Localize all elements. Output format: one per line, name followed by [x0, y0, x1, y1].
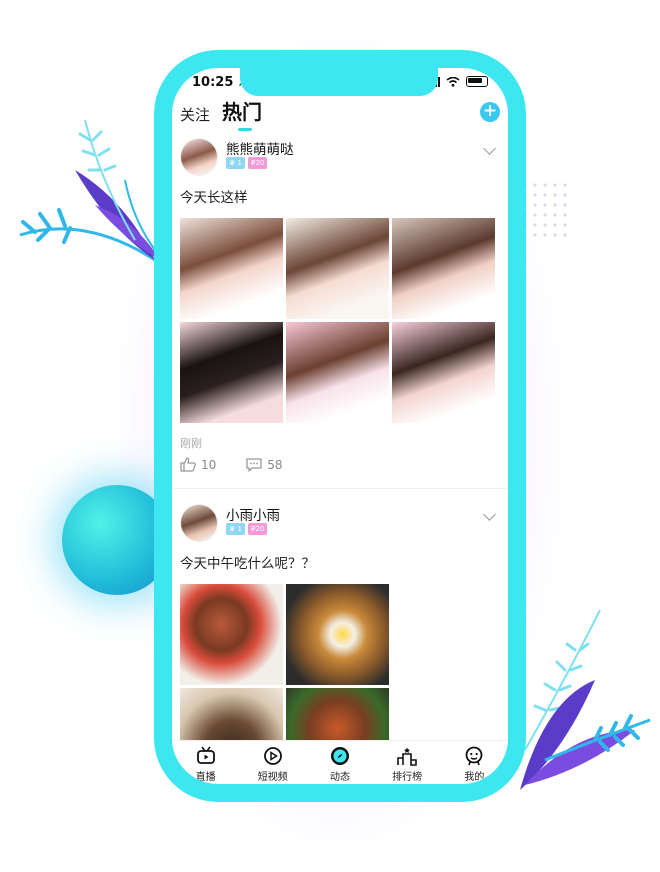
status-time-value: 10:25 — [192, 75, 234, 90]
nav-item-profile[interactable]: 我的 — [444, 741, 504, 783]
user-badges: ♛ 1 ₽20 — [226, 523, 268, 535]
nav-item-short-video[interactable]: 短视频 — [243, 741, 303, 783]
post-photo[interactable] — [180, 218, 283, 319]
post-caption: 今天中午吃什么呢？？ — [180, 556, 315, 572]
post-actions: 10 58 — [180, 457, 283, 472]
face-icon — [465, 746, 483, 766]
comment-icon — [246, 458, 262, 472]
phone-notch — [240, 68, 438, 96]
nav-item-ranking[interactable]: 排行榜 — [377, 741, 437, 783]
status-time: 10:25 ➚ — [192, 75, 246, 90]
tab-follow[interactable]: 关注 — [180, 104, 210, 125]
battery-icon — [466, 76, 488, 87]
bottom-nav: 直播 短视频 动态 排行榜 我的 — [172, 740, 508, 784]
post-photo[interactable] — [180, 322, 283, 423]
post-caption: 今天长这样 — [180, 190, 248, 206]
level-value: 1 — [237, 159, 242, 167]
points-badge: ₽20 — [247, 523, 268, 535]
points-badge: ₽20 — [247, 157, 268, 169]
like-count: 10 — [201, 457, 217, 472]
level-value: 1 — [237, 525, 242, 533]
level-badge: ♛ 1 — [226, 157, 245, 169]
post-photo[interactable] — [392, 322, 495, 423]
nav-label: 我的 — [464, 772, 485, 783]
post-username[interactable]: 小雨小雨 — [226, 504, 280, 524]
leaf-decoration-right — [520, 609, 651, 790]
post-photo[interactable] — [286, 584, 389, 685]
user-badges: ♛ 1 ₽20 — [226, 157, 268, 169]
nav-label: 动态 — [329, 772, 350, 783]
level-badge: ♛ 1 — [226, 523, 245, 535]
tab-hot[interactable]: 热门 — [222, 96, 262, 125]
thumbs-up-icon — [180, 457, 196, 472]
nav-label: 短视频 — [257, 772, 288, 783]
photo-grid — [180, 218, 495, 423]
post-photo[interactable] — [286, 218, 389, 319]
phone-frame: 10:25 ➚ 关注 热门 + 熊熊萌萌哒 ♛ 1 ₽20 今天长这样 — [154, 50, 526, 802]
post-divider — [172, 488, 508, 489]
like-button[interactable]: 10 — [180, 457, 216, 472]
add-post-button[interactable]: + — [480, 102, 500, 122]
nav-label: 直播 — [195, 772, 216, 783]
chevron-down-icon[interactable] — [483, 142, 496, 155]
top-tabs: 关注 热门 + — [180, 96, 500, 132]
avatar[interactable] — [180, 504, 218, 542]
comment-count: 58 — [267, 457, 283, 472]
wifi-icon — [446, 76, 460, 87]
post-time: 刚刚 — [180, 437, 202, 450]
tv-icon — [196, 746, 215, 764]
points-value: 20 — [255, 525, 265, 533]
compass-icon — [330, 747, 349, 765]
play-circle-icon — [263, 747, 282, 765]
nav-label: 排行榜 — [392, 772, 423, 783]
post-photo[interactable] — [286, 322, 389, 423]
dot-pattern — [520, 180, 570, 240]
points-value: 20 — [255, 159, 265, 167]
active-tab-indicator — [238, 128, 252, 131]
post-photo[interactable] — [180, 584, 283, 685]
phone-screen: 10:25 ➚ 关注 热门 + 熊熊萌萌哒 ♛ 1 ₽20 今天长这样 — [172, 68, 508, 784]
nav-item-live[interactable]: 直播 — [176, 741, 236, 783]
chevron-down-icon[interactable] — [483, 508, 496, 521]
leaf-decoration-left — [19, 119, 160, 262]
post-photo[interactable] — [392, 218, 495, 319]
avatar[interactable] — [180, 138, 218, 176]
podium-icon — [397, 747, 417, 766]
comment-button[interactable]: 58 — [246, 457, 283, 472]
nav-item-moments[interactable]: 动态 — [310, 741, 370, 783]
post-username[interactable]: 熊熊萌萌哒 — [226, 138, 294, 158]
